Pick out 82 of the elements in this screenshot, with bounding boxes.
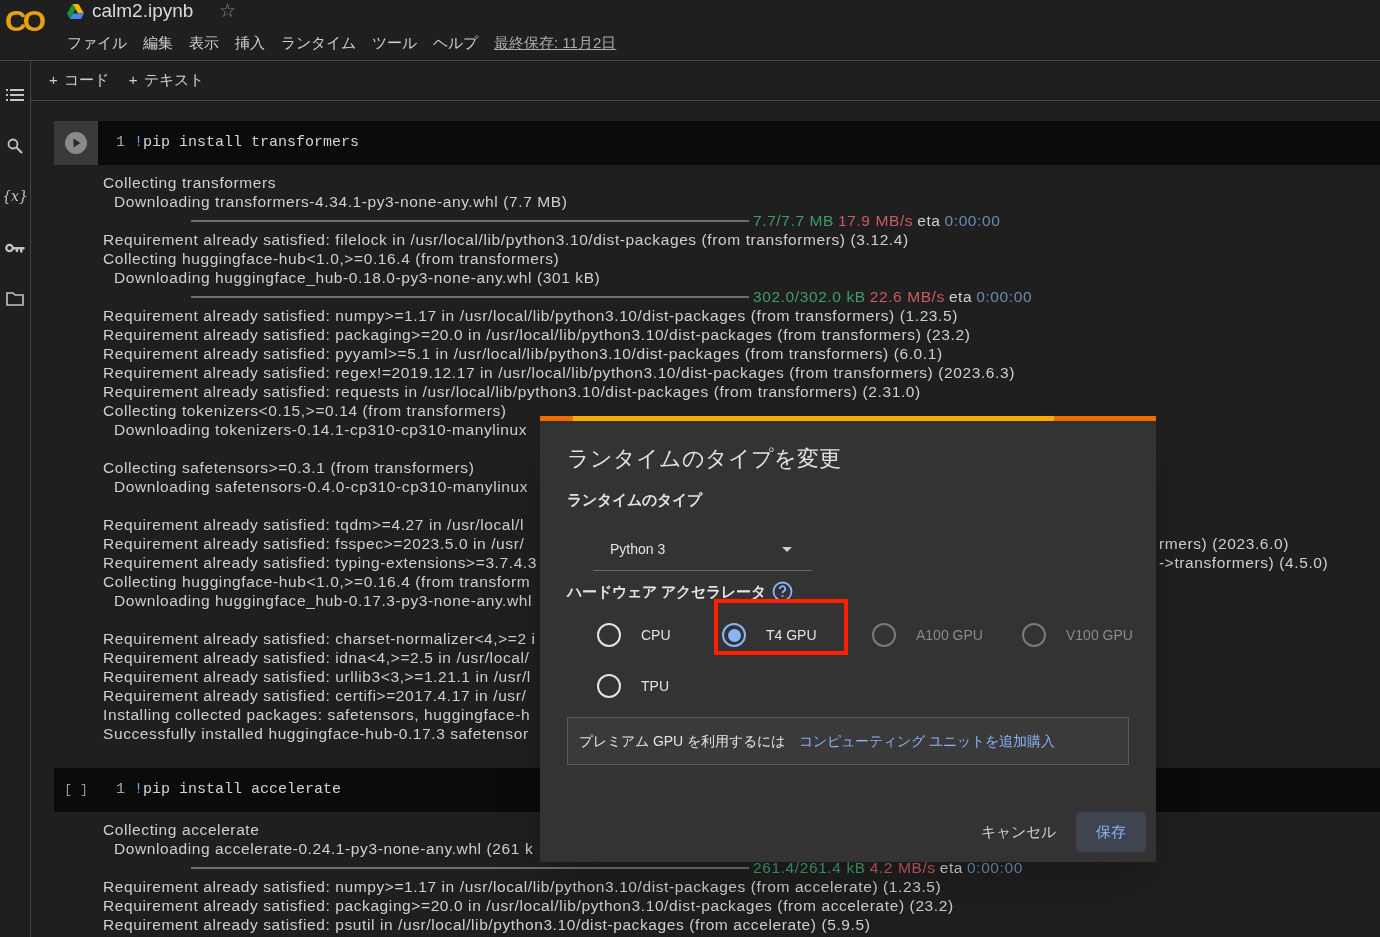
add-cell-button[interactable]: + コード [49, 69, 109, 92]
menu-item[interactable]: ファイル [67, 32, 127, 55]
output-line: Requirement already satisfied: idna<4,>=2.5 in /usr/local/ [103, 648, 530, 666]
output-line: Collecting tokenizers<0.15,>=0.14 (from transformers) [103, 401, 507, 419]
output-line: Downloading accelerate-0.24.1-py3-none-any.whl (261 k [114, 839, 534, 857]
radio-option[interactable]: CPU [597, 623, 671, 647]
dropdown-caret-icon [782, 547, 792, 552]
menu-item[interactable]: 表示 [189, 32, 219, 55]
menu-item[interactable]: 挿入 [235, 32, 265, 55]
star-icon[interactable]: ☆ [219, 0, 237, 26]
output-line: Downloading safetensors-0.4.0-cp310-cp310-manylinux [114, 477, 528, 495]
output-line: Requirement already satisfied: certifi>=2017.4.17 in /usr/ [103, 686, 527, 704]
cancel-button[interactable]: キャンセル [979, 820, 1058, 844]
output-line: Requirement already satisfied: numpy>=1.17 in /usr/local/lib/python3.10/dist-packages (from accelerate) (1.23.5) [103, 877, 942, 895]
code-line[interactable]: !pip install transformers [134, 131, 360, 155]
output-line: Collecting safetensors>=0.3.1 (from transformers) [103, 458, 475, 476]
output-line: Requirement already satisfied: filelock in /usr/local/lib/python3.10/dist-packages (from transformers) (3.12.4) [103, 230, 909, 248]
folder-icon[interactable] [6, 291, 24, 306]
radio-option[interactable]: T4 GPU [722, 623, 817, 647]
runtime-select[interactable]: Python 3 [593, 529, 812, 571]
output-line: Collecting transformers [103, 173, 277, 191]
download-size: 261.4/261.4 kB [753, 857, 866, 878]
line-number: 1 [116, 779, 125, 800]
dialog-title: ランタイムのタイプを変更 [567, 445, 842, 473]
output-line: Requirement already satisfied: charset-normalizer<4,>=2 i [103, 629, 536, 647]
eta-time: 0:00:00 [976, 286, 1033, 307]
download-speed: 4.2 MB/s [869, 857, 936, 878]
output-line: Downloading tokenizers-0.14.1-cp310-cp310-manylinux [114, 420, 528, 438]
line-number: 1 [116, 132, 125, 153]
output-line: Requirement already satisfied: packaging>=20.0 in /usr/local/lib/python3.10/dist-packages (from accelerate) (23.2) [103, 896, 954, 914]
colab-logo[interactable]: CO [5, 6, 42, 36]
save-button[interactable]: 保存 [1076, 812, 1146, 852]
eta-label: eta [948, 286, 973, 307]
notebook-title[interactable]: calm2.ipynb [92, 0, 194, 26]
eta-time: 0:00:00 [967, 857, 1023, 878]
output-line: Requirement already satisfied: packaging>=20.0 in /usr/local/lib/python3.10/dist-packages (from transformers) (23.2) [103, 325, 971, 343]
code-line[interactable]: !pip install accelerate [134, 778, 342, 802]
download-speed: 17.9 MB/s [837, 210, 914, 231]
output-line: Requirement already satisfied: tqdm>=4.27 in /usr/local/l [103, 515, 525, 533]
output-line: Requirement already satisfied: pyyaml>=5.1 in /usr/local/lib/python3.10/dist-packages (from transformers) (6.0.1) [103, 344, 943, 362]
table-of-contents-icon[interactable] [6, 87, 24, 102]
output-line: Requirement already satisfied: requests in /usr/local/lib/python3.10/dist-packages (from transformers) (2.31.0) [103, 382, 921, 400]
eta-label: eta [917, 210, 941, 231]
output-line: ->transformers) (4.5.0) [1159, 552, 1329, 573]
menu-item[interactable]: ヘルプ [433, 32, 478, 55]
download-speed: 22.6 MB/s [869, 286, 945, 307]
download-size: 7.7/7.7 MB [753, 210, 834, 231]
info-text: プレミアム GPU を利用するには [579, 731, 786, 751]
output-line: rmers) (2023.6.0) [1159, 533, 1289, 554]
menu-item[interactable]: ツール [372, 32, 417, 55]
menu-item[interactable]: ランタイム [281, 32, 356, 55]
radio-option[interactable]: TPU [597, 674, 669, 698]
output-line: Requirement already satisfied: fsspec>=2023.5.0 in /usr/ [103, 534, 525, 552]
run-cell-button[interactable] [65, 132, 87, 154]
key-icon[interactable] [5, 242, 25, 253]
output-line: Downloading transformers-4.34.1-py3-none-any.whl (7.7 MB) [114, 192, 568, 210]
last-saved-link[interactable]: 最終保存: 11月2日 [494, 32, 617, 55]
output-line: Collecting huggingface-hub<1.0,>=0.16.4 (from transform [103, 572, 531, 590]
menu-item[interactable]: 編集 [143, 32, 173, 55]
download-size: 302.0/302.0 kB [753, 286, 866, 307]
output-line: Requirement already satisfied: numpy>=1.17 in /usr/local/lib/python3.10/dist-packages (from transformers) (1.23.5) [103, 306, 958, 324]
add-cell-button[interactable]: + テキスト [128, 69, 204, 92]
output-line: Requirement already satisfied: psutil in /usr/local/lib/python3.10/dist-packages (from accelerate) (5.9.5) [103, 915, 871, 933]
variables-icon[interactable]: {x} [2, 186, 28, 207]
output-line: Downloading huggingface_hub-0.17.3-py3-none-any.whl [114, 591, 533, 609]
output-line: Downloading huggingface_hub-0.18.0-py3-none-any.whl (301 kB) [114, 268, 601, 286]
output-line: Requirement already satisfied: typing-extensions>=3.7.4.3 [103, 553, 537, 571]
output-line: Requirement already satisfied: urllib3<3,>=1.21.1 in /usr/l [103, 667, 531, 685]
output-line: Requirement already satisfied: regex!=2019.12.17 in /usr/local/lib/python3.10/dist-packages (from transformers) (2023.6.3) [103, 363, 1015, 381]
output-line: Collecting accelerate [103, 820, 260, 838]
purchase-link[interactable]: コンピューティング ユニットを追加購入 [799, 730, 1055, 752]
output-line: Collecting huggingface-hub<1.0,>=0.16.4 (from transformers) [103, 249, 560, 267]
section-label: ハードウェア アクセラレータ [567, 581, 767, 602]
eta-label: eta [939, 857, 963, 878]
output-line: Installing collected packages: safetensors, huggingface-h [103, 705, 531, 723]
search-icon[interactable] [7, 137, 23, 154]
radio-button[interactable] [722, 623, 746, 647]
drive-icon[interactable] [67, 3, 84, 19]
eta-time: 0:00:00 [944, 210, 1001, 231]
execution-count: [ ] [64, 781, 88, 800]
section-label: ランタイムのタイプ [567, 490, 704, 510]
output-line: Successfully installed huggingface-hub-0.17.3 safetensor [103, 724, 529, 742]
